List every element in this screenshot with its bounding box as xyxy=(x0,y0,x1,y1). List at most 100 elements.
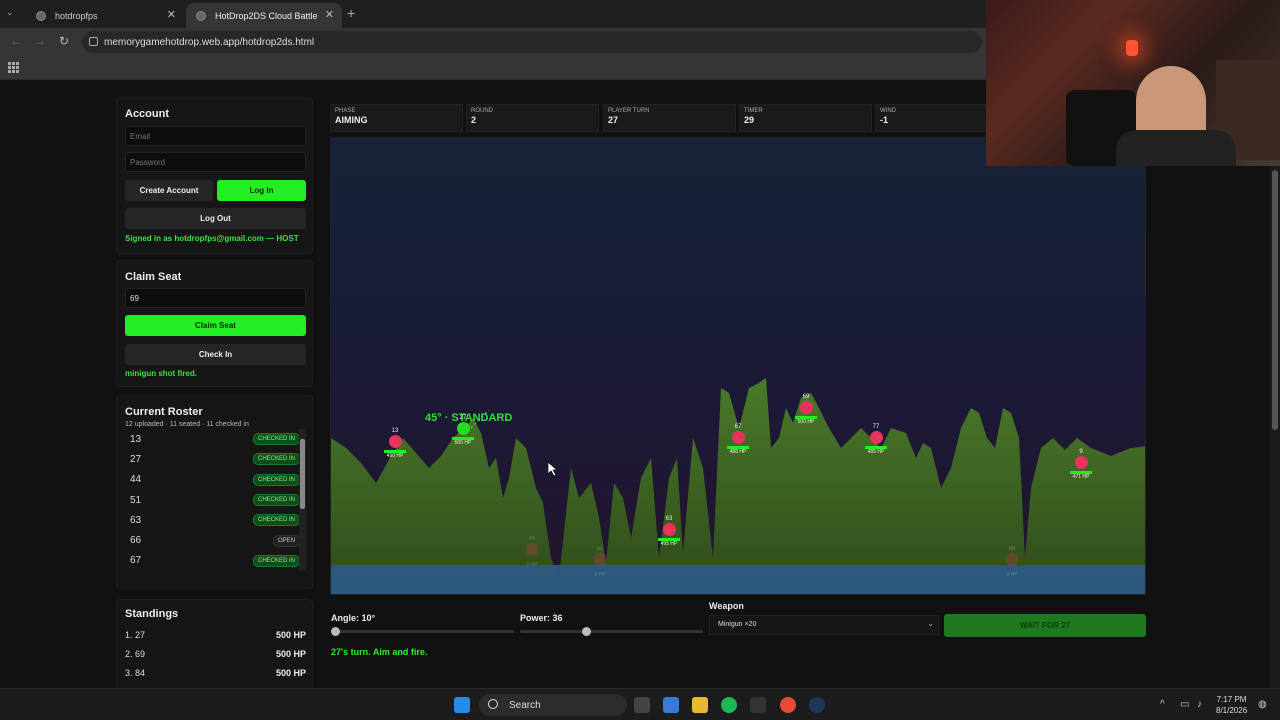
start-icon[interactable] xyxy=(454,697,470,713)
roster-row: 27 CHECKED IN xyxy=(125,449,300,469)
status-badge: OPEN xyxy=(272,534,300,547)
weapon-heading: Weapon xyxy=(709,601,744,611)
tray-overflow-icon[interactable]: ^ xyxy=(1160,699,1165,710)
webcam-shirt xyxy=(1116,130,1236,166)
password-field[interactable]: Password xyxy=(125,152,306,172)
close-tab-icon[interactable]: ✕ xyxy=(325,8,334,21)
hud-value: 29 xyxy=(744,115,755,125)
network-icon[interactable]: ▭ xyxy=(1180,699,1189,710)
power-label: Power: 36 xyxy=(520,613,563,623)
url-field[interactable]: memorygamehotdrop.web.app/hotdrop2ds.htm… xyxy=(82,31,982,53)
tab-title: hotdropfps xyxy=(55,10,98,21)
hud-timer: TIMER 29 xyxy=(739,104,872,132)
hud-value: 27 xyxy=(608,115,619,125)
back-icon[interactable]: ← xyxy=(10,34,22,48)
hud-value: -1 xyxy=(880,115,889,125)
unit-marker xyxy=(388,435,402,448)
roster-list[interactable]: 13 CHECKED IN 27 CHECKED IN 44 CHECKED IN 5… xyxy=(125,429,300,570)
unit-number: 88 xyxy=(1008,546,1016,552)
unit-marker xyxy=(1074,456,1088,469)
unit-number: 13 xyxy=(391,428,399,434)
status-badge: CHECKED IN xyxy=(252,494,300,507)
angle-slider-knob[interactable] xyxy=(331,627,340,636)
page-scrollbar[interactable] xyxy=(1270,80,1280,688)
seat-number: 67 xyxy=(130,555,142,567)
mouse-cursor-icon xyxy=(548,462,558,476)
close-tab-icon[interactable]: ✕ xyxy=(167,8,176,21)
search-label: Search xyxy=(509,699,541,711)
webcam-overlay xyxy=(986,0,1280,166)
standings-row: 1. 27 500 HP xyxy=(125,630,306,640)
player-unit-77: 77 485 HP xyxy=(865,424,887,455)
tab-hotdropfps[interactable]: hotdropfps ✕ xyxy=(26,3,184,28)
weapon-value: Minigun ×20 xyxy=(718,621,757,628)
standing-hp: 500 HP xyxy=(275,630,306,640)
favicon-icon xyxy=(196,10,206,21)
hud-phase: PHASE AIMING xyxy=(330,104,463,132)
system-clock[interactable]: 7:17 PM 8/1/2026 xyxy=(1216,694,1247,716)
roster-row: 63 CHECKED IN xyxy=(125,510,300,530)
standing-rank: 3. 84 xyxy=(125,668,146,678)
reload-icon[interactable]: ↻ xyxy=(59,34,69,48)
unit-hp: 471 HP xyxy=(1072,474,1090,480)
seat-number: 27 xyxy=(130,453,142,465)
windows-taskbar: Search ^ ▭ ♪ 7:17 PM 8/1/2026 ◍ xyxy=(0,688,1280,720)
new-tab-icon[interactable]: + xyxy=(347,5,355,21)
hud-fx-icon[interactable] xyxy=(750,697,766,713)
unit-hp: 0 HP xyxy=(1006,572,1018,578)
tab-cloud-battle[interactable]: HotDrop2DS Cloud Battle ✕ xyxy=(186,3,342,28)
chevron-down-icon: ⌄ xyxy=(927,619,934,628)
unit-number: 67 xyxy=(734,424,742,430)
task-view-icon[interactable] xyxy=(634,697,650,713)
claim-seat-button[interactable]: Claim Seat xyxy=(125,315,306,336)
chrome-icon[interactable] xyxy=(780,697,796,713)
unit-hp: 0 HP xyxy=(594,572,606,578)
site-info-icon[interactable] xyxy=(89,37,98,46)
favicon-icon xyxy=(36,10,46,21)
scrollbar-thumb[interactable] xyxy=(1272,170,1278,430)
apps-grid-icon[interactable] xyxy=(8,62,19,73)
standings-row: 3. 84 500 HP xyxy=(125,668,306,678)
seat-number-field[interactable]: 69 xyxy=(125,288,306,308)
create-account-button[interactable]: Create Account xyxy=(125,180,213,201)
spotify-icon[interactable] xyxy=(721,697,737,713)
taskbar-search[interactable]: Search xyxy=(479,694,627,716)
player-unit-27: 27 500 HP xyxy=(452,415,474,446)
battlefield-canvas[interactable] xyxy=(330,137,1146,595)
water xyxy=(331,565,1145,594)
check-in-button[interactable]: Check In xyxy=(125,344,306,365)
steam-icon[interactable] xyxy=(809,697,825,713)
fire-button[interactable]: WAIT FOR 27 xyxy=(944,614,1146,637)
volume-icon[interactable]: ♪ xyxy=(1197,699,1202,710)
claim-seat-heading: Claim Seat xyxy=(125,271,182,283)
file-explorer-icon[interactable] xyxy=(692,697,708,713)
roster-scrollbar-thumb[interactable] xyxy=(300,439,305,509)
status-badge: CHECKED IN xyxy=(252,514,300,527)
account-heading: Account xyxy=(125,108,169,120)
hud-label: PHASE xyxy=(335,108,356,114)
power-slider-knob[interactable] xyxy=(581,627,591,636)
log-out-button[interactable]: Log Out xyxy=(125,208,306,229)
weapon-select[interactable]: Minigun ×20 ⌄ xyxy=(709,615,939,635)
unit-marker xyxy=(799,401,813,414)
player-unit-44: 44 0 HP xyxy=(525,536,539,568)
hud-label: TIMER xyxy=(744,108,763,114)
unit-hp: 0 HP xyxy=(526,562,538,568)
webcam-lamp xyxy=(1126,40,1138,56)
email-field[interactable]: Email xyxy=(125,126,306,146)
log-in-button[interactable]: Log In xyxy=(217,180,306,201)
hud-label: WIND xyxy=(880,108,896,114)
tab-search-chevron-icon[interactable]: ⌄ xyxy=(6,7,14,18)
unit-hp: 500 HP xyxy=(454,440,472,446)
notification-icon[interactable]: ◍ xyxy=(1258,699,1267,710)
roster-scrollbar[interactable] xyxy=(299,429,306,570)
power-slider[interactable] xyxy=(520,627,703,636)
seat-number: 63 xyxy=(130,514,142,526)
angle-slider[interactable] xyxy=(331,627,514,636)
notepad-icon[interactable] xyxy=(663,697,679,713)
unit-hp: 485 HP xyxy=(867,449,885,455)
roster-panel: Current Roster 12 uploaded · 11 seated ·… xyxy=(116,395,313,589)
unit-hp: 490 HP xyxy=(386,453,404,459)
search-icon xyxy=(488,699,498,709)
forward-icon[interactable]: → xyxy=(34,34,46,48)
